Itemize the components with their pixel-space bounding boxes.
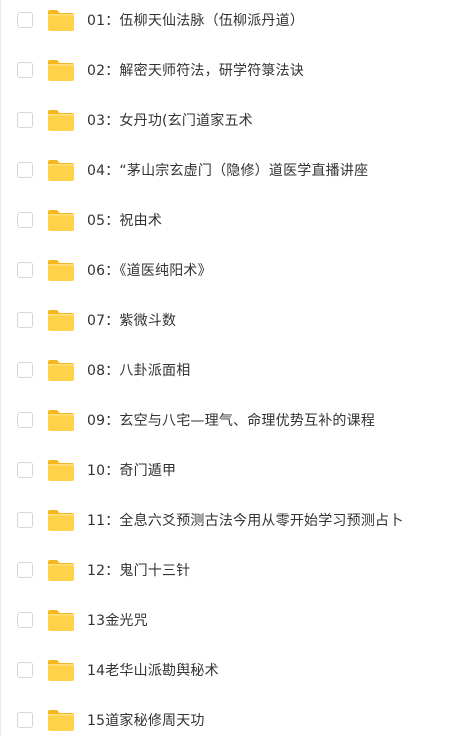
file-name[interactable]: 13金光咒 — [87, 610, 148, 630]
folder-icon — [47, 108, 75, 132]
row-checkbox[interactable] — [17, 562, 33, 578]
row-checkbox[interactable] — [17, 462, 33, 478]
file-row[interactable]: 04：“茅山宗玄虚门（隐修）道医学直播讲座 — [1, 145, 455, 195]
row-checkbox[interactable] — [17, 312, 33, 328]
folder-icon — [47, 58, 75, 82]
row-checkbox[interactable] — [17, 62, 33, 78]
row-checkbox[interactable] — [17, 512, 33, 528]
file-name[interactable]: 07：紫微斗数 — [87, 310, 176, 330]
folder-icon — [47, 608, 75, 632]
folder-icon — [47, 558, 75, 582]
row-checkbox[interactable] — [17, 212, 33, 228]
file-list: 01：伍柳天仙法脉（伍柳派丹道） 02：解密天师符法，研学符箓法诀 03：女丹功(玄… — [0, 0, 455, 736]
row-checkbox[interactable] — [17, 112, 33, 128]
file-name[interactable]: 03：女丹功(玄门道家五术 — [87, 110, 253, 130]
row-checkbox[interactable] — [17, 412, 33, 428]
file-name[interactable]: 02：解密天师符法，研学符箓法诀 — [87, 60, 304, 80]
file-name[interactable]: 06：《道医纯阳术》 — [87, 260, 212, 280]
folder-icon — [47, 458, 75, 482]
row-checkbox[interactable] — [17, 12, 33, 28]
folder-icon — [47, 408, 75, 432]
file-name[interactable]: 15道家秘修周天功 — [87, 710, 205, 730]
file-name[interactable]: 05：祝由术 — [87, 210, 162, 230]
file-name[interactable]: 01：伍柳天仙法脉（伍柳派丹道） — [87, 10, 304, 30]
row-checkbox[interactable] — [17, 612, 33, 628]
file-name[interactable]: 04：“茅山宗玄虚门（隐修）道医学直播讲座 — [87, 160, 368, 180]
file-name[interactable]: 12：鬼门十三针 — [87, 560, 190, 580]
row-checkbox[interactable] — [17, 712, 33, 728]
folder-icon — [47, 358, 75, 382]
file-name[interactable]: 14老华山派勘舆秘术 — [87, 660, 219, 680]
file-row[interactable]: 06：《道医纯阳术》 — [1, 245, 455, 295]
row-checkbox[interactable] — [17, 162, 33, 178]
file-row[interactable]: 13金光咒 — [1, 595, 455, 645]
file-row[interactable]: 02：解密天师符法，研学符箓法诀 — [1, 45, 455, 95]
folder-icon — [47, 658, 75, 682]
file-row[interactable]: 11：全息六爻预测古法今用从零开始学习预测占卜 — [1, 495, 455, 545]
file-name[interactable]: 08：八卦派面相 — [87, 360, 190, 380]
folder-icon — [47, 258, 75, 282]
file-name[interactable]: 09：玄空与八宅—理气、命理优势互补的课程 — [87, 410, 375, 430]
file-name[interactable]: 11：全息六爻预测古法今用从零开始学习预测占卜 — [87, 510, 403, 530]
file-row[interactable]: 12：鬼门十三针 — [1, 545, 455, 595]
file-row[interactable]: 07：紫微斗数 — [1, 295, 455, 345]
row-checkbox[interactable] — [17, 262, 33, 278]
file-row[interactable]: 10：奇门遁甲 — [1, 445, 455, 495]
file-row[interactable]: 05：祝由术 — [1, 195, 455, 245]
file-row[interactable]: 09：玄空与八宅—理气、命理优势互补的课程 — [1, 395, 455, 445]
folder-icon — [47, 308, 75, 332]
file-row[interactable]: 01：伍柳天仙法脉（伍柳派丹道） — [1, 0, 455, 45]
file-row[interactable]: 03：女丹功(玄门道家五术 — [1, 95, 455, 145]
folder-icon — [47, 8, 75, 32]
folder-icon — [47, 158, 75, 182]
file-row[interactable]: 15道家秘修周天功 — [1, 695, 455, 745]
row-checkbox[interactable] — [17, 362, 33, 378]
folder-icon — [47, 508, 75, 532]
row-checkbox[interactable] — [17, 662, 33, 678]
file-row[interactable]: 14老华山派勘舆秘术 — [1, 645, 455, 695]
folder-icon — [47, 208, 75, 232]
file-name[interactable]: 10：奇门遁甲 — [87, 460, 176, 480]
folder-icon — [47, 708, 75, 732]
file-row[interactable]: 08：八卦派面相 — [1, 345, 455, 395]
